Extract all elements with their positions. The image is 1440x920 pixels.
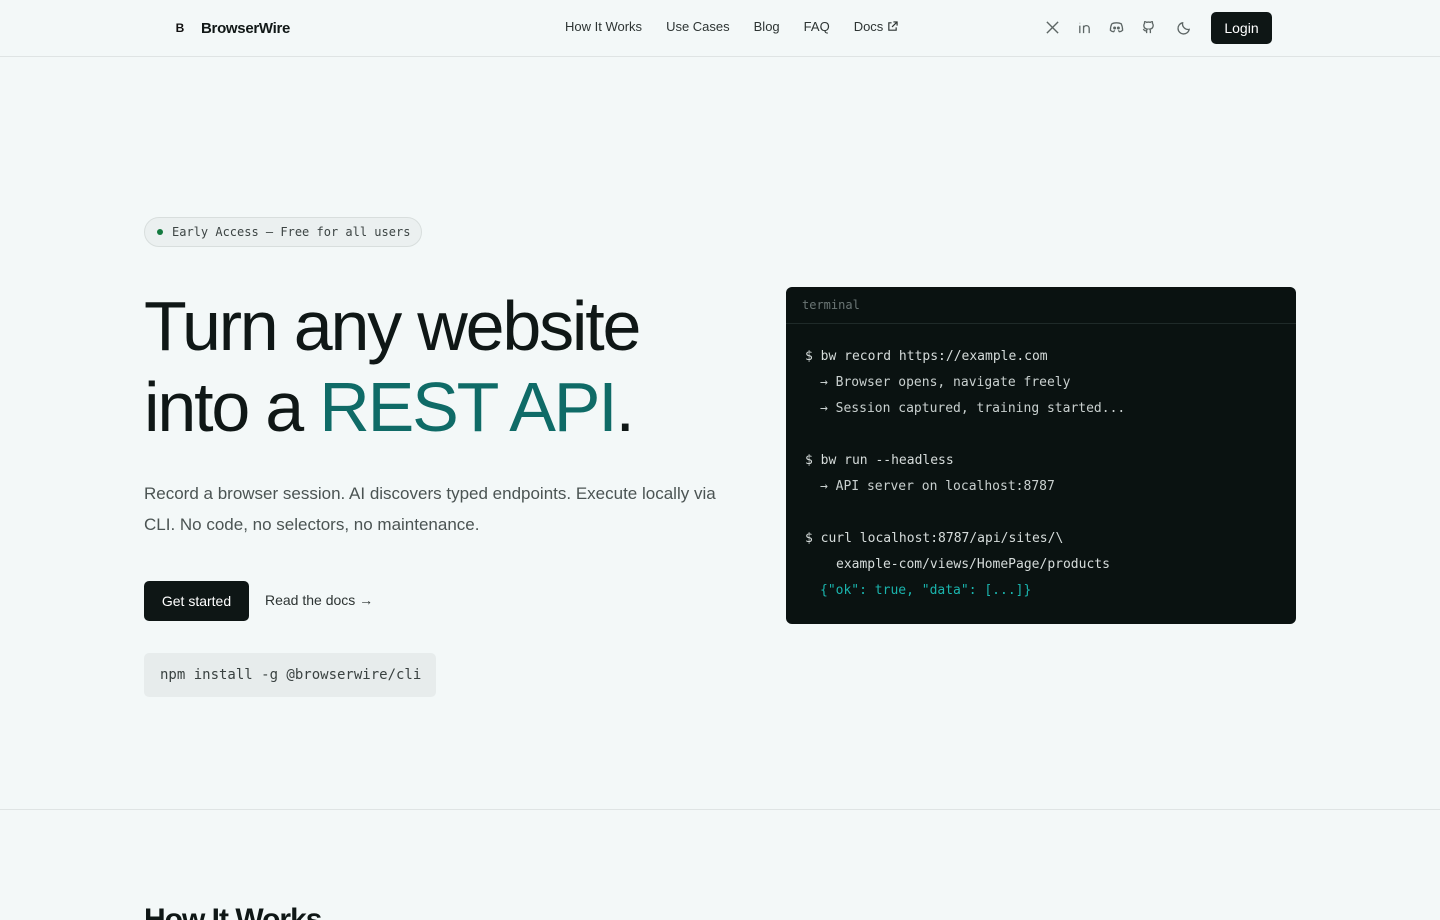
terminal-line: $ curl localhost:8787/api/sites/\ xyxy=(805,531,1064,546)
hero-subtitle: Record a browser session. AI discovers t… xyxy=(144,484,716,534)
terminal-line: example-com/views/HomePage/products xyxy=(836,557,1110,572)
nav-link-how-it-works[interactable]: How It Works xyxy=(565,19,642,34)
brand-logo-icon: B xyxy=(175,21,185,35)
get-started-button[interactable]: Get started xyxy=(144,581,249,621)
terminal-line: → API server on localhost:8787 xyxy=(820,479,1055,494)
nav-link-docs[interactable]: Docs xyxy=(854,19,899,34)
x-icon[interactable] xyxy=(1042,17,1062,37)
early-access-badge: Early Access — Free for all users xyxy=(144,217,422,247)
headline-accent: REST API xyxy=(319,368,617,446)
hero-headline: Turn any website into a REST API. xyxy=(144,286,764,448)
read-docs-link[interactable]: Read the docs → xyxy=(265,592,373,608)
nav-link-use-cases[interactable]: Use Cases xyxy=(666,19,730,34)
terminal-line: → Session captured, training started... xyxy=(820,401,1126,416)
discord-icon[interactable] xyxy=(1106,17,1126,37)
external-link-icon xyxy=(888,21,898,31)
terminal-window: terminal $ bw record https://example.com… xyxy=(786,287,1296,624)
terminal-line: $ bw record https://example.com xyxy=(805,349,1048,364)
terminal-line: → Browser opens, navigate freely xyxy=(820,375,1071,390)
terminal-title: terminal xyxy=(786,287,1296,324)
moon-icon[interactable] xyxy=(1174,17,1194,37)
nav-link-blog[interactable]: Blog xyxy=(754,19,780,34)
terminal-json-output: {"ok": true, "data": [...]} xyxy=(820,583,1032,598)
top-navbar: B BrowserWire How It Works Use Cases Blo… xyxy=(0,0,1440,57)
brand[interactable]: B BrowserWire xyxy=(173,18,291,38)
how-it-works-heading: How It Works xyxy=(144,903,322,920)
install-command[interactable]: npm install -g @browserwire/cli xyxy=(144,653,436,697)
section-divider xyxy=(0,809,1440,810)
status-dot-icon xyxy=(157,229,163,235)
login-button[interactable]: Login xyxy=(1211,12,1272,44)
nav-links: How It Works Use Cases Blog FAQ Docs xyxy=(565,19,898,34)
linkedin-icon[interactable] xyxy=(1074,17,1094,37)
nav-link-docs-label: Docs xyxy=(853,19,884,34)
terminal-body: $ bw record https://example.com → Browse… xyxy=(786,324,1296,604)
headline-suffix: . xyxy=(615,368,635,446)
social-icons xyxy=(1042,17,1194,37)
nav-link-faq[interactable]: FAQ xyxy=(804,19,830,34)
headline-line-2-prefix: into a xyxy=(144,368,320,446)
headline-line-1: Turn any website xyxy=(144,287,641,365)
badge-text: Early Access — Free for all users xyxy=(172,225,411,239)
terminal-line: $ bw run --headless xyxy=(805,453,954,468)
brand-name: BrowserWire xyxy=(201,19,291,37)
github-icon[interactable] xyxy=(1138,17,1158,37)
